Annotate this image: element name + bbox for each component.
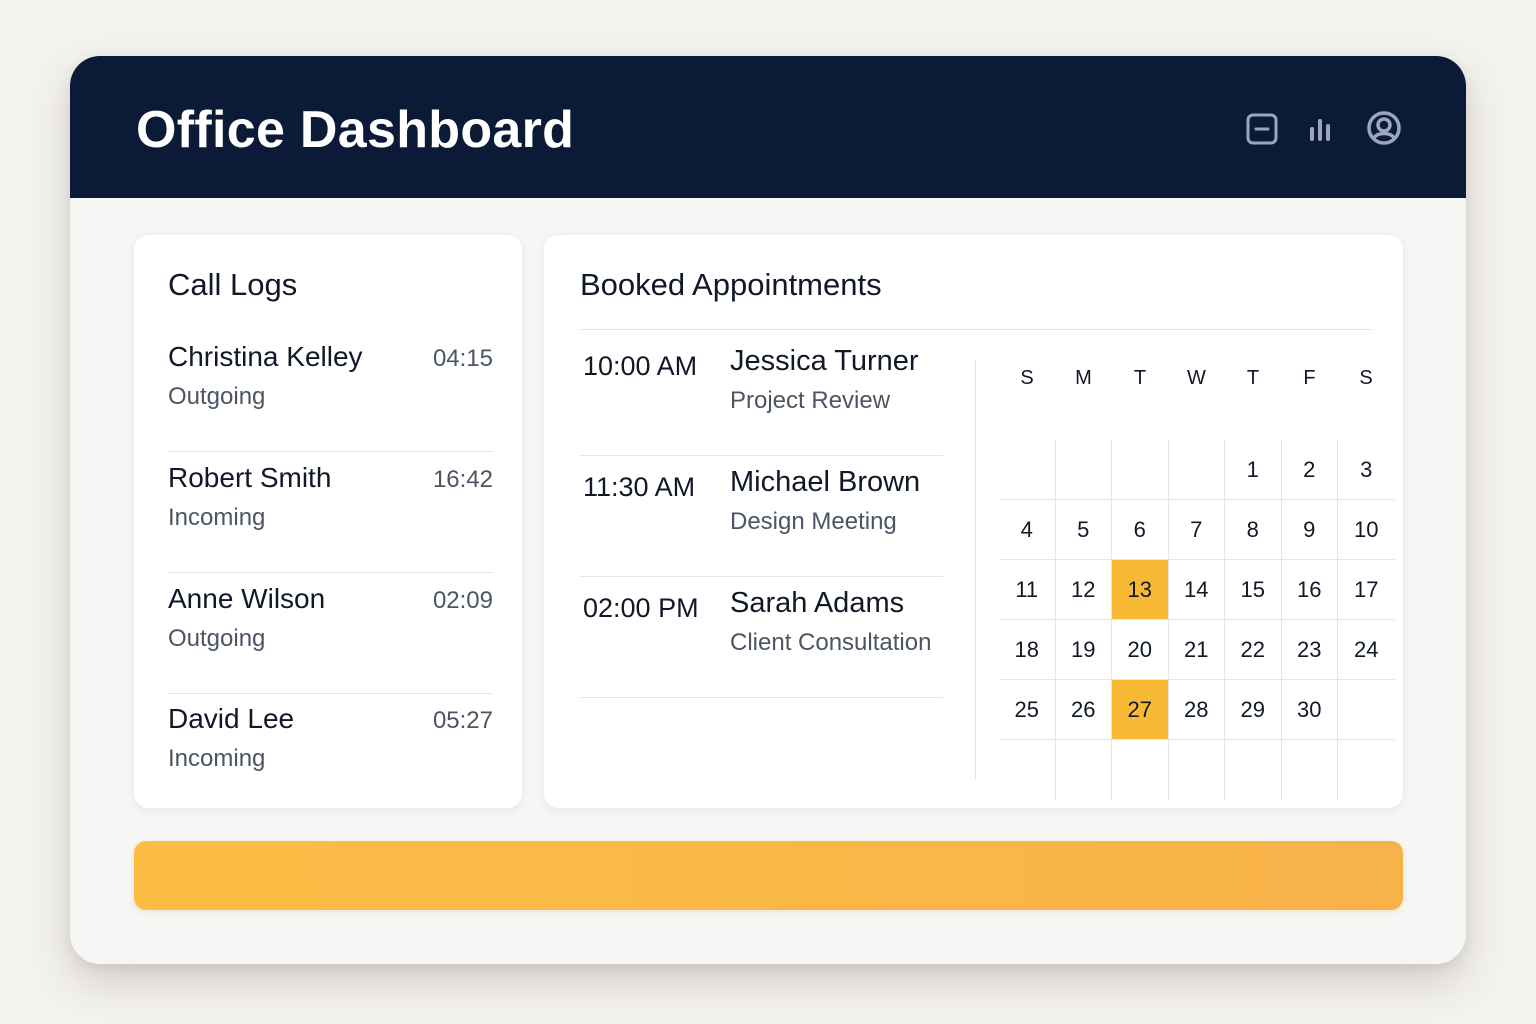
calendar-empty-cell	[1056, 740, 1112, 800]
caller-name: Christina Kelley	[168, 341, 363, 372]
appointment-name: Michael Brown	[730, 466, 921, 498]
appointment-item[interactable]: 10:00 AM Jessica Turner Project Review	[580, 335, 943, 456]
archive-icon[interactable]	[1245, 112, 1279, 146]
call-log-item[interactable]: Anne Wilson 02:09 Outgoing	[168, 573, 493, 694]
calendar-weekday-label: M	[1075, 367, 1092, 389]
calendar-day[interactable]: 23	[1281, 620, 1338, 680]
calendar-day[interactable]: 3	[1338, 440, 1395, 500]
call-logs-card: Call Logs Christina Kelley 04:15 Outgoin…	[134, 235, 522, 808]
appointment-description: Project Review	[730, 387, 891, 414]
calendar-day[interactable]: 10	[1338, 500, 1395, 560]
calendar-empty-cell	[1168, 440, 1225, 500]
appointment-item[interactable]: 02:00 PM Sarah Adams Client Consultation	[580, 577, 943, 698]
user-profile-icon[interactable]	[1366, 110, 1402, 146]
calendar-divider	[975, 359, 976, 779]
calendar-day[interactable]: 26	[1055, 680, 1112, 740]
calendar-empty-cell	[1282, 740, 1338, 800]
calendar-day[interactable]: 4	[999, 500, 1056, 560]
calendar-empty-cell	[1338, 740, 1395, 800]
calendar-weekday-label: T	[1246, 367, 1260, 389]
header-bar: Office Dashboard	[70, 56, 1466, 198]
appointment-name: Sarah Adams	[730, 587, 905, 619]
calendar-day[interactable]: 7	[1168, 500, 1225, 560]
calendar-empty-cell	[1225, 740, 1282, 800]
calendar-empty-cell	[999, 440, 1056, 500]
calendar-empty-cell	[1112, 440, 1169, 500]
calendar-day[interactable]: 2	[1281, 440, 1338, 500]
appointment-time: 02:00 PM	[583, 593, 699, 623]
calendar-empty-cell	[1112, 740, 1169, 800]
call-duration: 04:15	[432, 345, 493, 372]
appointments-card: Booked Appointments 10:00 AM Jessica Tur…	[544, 235, 1403, 808]
appointment-description: Client Consultation	[730, 629, 932, 656]
calendar-day[interactable]: 17	[1338, 560, 1395, 620]
call-duration: 02:09	[432, 587, 493, 614]
calendar-empty-cell	[1338, 680, 1395, 740]
dashboard-window: Office Dashboard Call Logs Christina Kel…	[70, 56, 1466, 964]
call-direction: Outgoing	[168, 625, 266, 652]
appointment-description: Design Meeting	[730, 508, 897, 535]
calendar-day[interactable]: 28	[1168, 680, 1225, 740]
calendar-day[interactable]: 30	[1281, 680, 1338, 740]
appointment-time: 11:30 AM	[583, 472, 696, 502]
calendar-day[interactable]: 25	[999, 680, 1056, 740]
caller-name: Anne Wilson	[168, 583, 326, 614]
calendar-day[interactable]: 24	[1338, 620, 1395, 680]
calendar-day[interactable]: 15	[1225, 560, 1282, 620]
action-bar[interactable]	[134, 841, 1403, 910]
calendar-day[interactable]: 21	[1168, 620, 1225, 680]
caller-name: David Lee	[168, 703, 295, 734]
calendar-weekday-label: S	[1020, 367, 1034, 389]
call-logs-title: Call Logs	[168, 267, 298, 302]
calendar-day[interactable]: 19	[1055, 620, 1112, 680]
call-log-item[interactable]: Robert Smith 16:42 Incoming	[168, 452, 493, 573]
appointment-name: Jessica Turner	[730, 345, 919, 377]
calendar-day[interactable]: 27	[1112, 680, 1169, 740]
call-direction: Incoming	[168, 504, 266, 531]
calendar-weekday-label: W	[1187, 367, 1206, 389]
page-title: Office Dashboard	[136, 101, 575, 159]
calendar-day[interactable]: 8	[1225, 500, 1282, 560]
call-log-item[interactable]: David Lee 05:27 Incoming	[168, 693, 493, 814]
calendar-day[interactable]: 9	[1281, 500, 1338, 560]
calendar-day[interactable]: 18	[999, 620, 1056, 680]
call-direction: Outgoing	[168, 383, 266, 410]
calendar-empty-cell	[1055, 440, 1112, 500]
bar-chart-icon[interactable]	[1305, 112, 1339, 146]
calendar-grid: 1 2 3 4 5 6 7 8 9 10 11 12 13 14 15 16 17 18 19 20 21 22 23 24 2…	[999, 440, 1395, 800]
call-duration: 16:42	[432, 466, 493, 493]
calendar-day[interactable]: 1	[1225, 440, 1282, 500]
calendar-empty-cell	[999, 740, 1056, 800]
caller-name: Robert Smith	[168, 462, 332, 493]
calendar-day[interactable]: 20	[1112, 620, 1169, 680]
calendar-empty-cell	[1169, 740, 1225, 800]
calendar-day[interactable]: 12	[1055, 560, 1112, 620]
calendar-day[interactable]: 11	[999, 560, 1056, 620]
calendar-day[interactable]: 6	[1112, 500, 1169, 560]
calendar-day[interactable]: 16	[1281, 560, 1338, 620]
call-direction: Incoming	[168, 745, 266, 772]
calendar-weekday-label: F	[1303, 367, 1316, 389]
calendar-weekday-label: S	[1359, 367, 1373, 389]
calendar-day[interactable]: 29	[1225, 680, 1282, 740]
calendar: SMTWTFS 1 2 3 4 5 6 7 8 9 10 11 12 13 14 15 16 17 18 19 20 2…	[999, 355, 1395, 800]
title-divider	[580, 329, 1372, 330]
calendar-day[interactable]: 14	[1168, 560, 1225, 620]
calendar-day[interactable]: 13	[1112, 560, 1169, 620]
calendar-day[interactable]: 22	[1225, 620, 1282, 680]
appointment-time: 10:00 AM	[583, 351, 698, 381]
call-duration: 05:27	[432, 707, 493, 734]
call-log-item[interactable]: Christina Kelley 04:15 Outgoing	[168, 331, 493, 452]
calendar-day[interactable]: 5	[1055, 500, 1112, 560]
appointments-title: Booked Appointments	[580, 267, 882, 302]
appointment-item[interactable]: 11:30 AM Michael Brown Design Meeting	[580, 456, 943, 577]
calendar-weekday-label: T	[1133, 367, 1147, 389]
